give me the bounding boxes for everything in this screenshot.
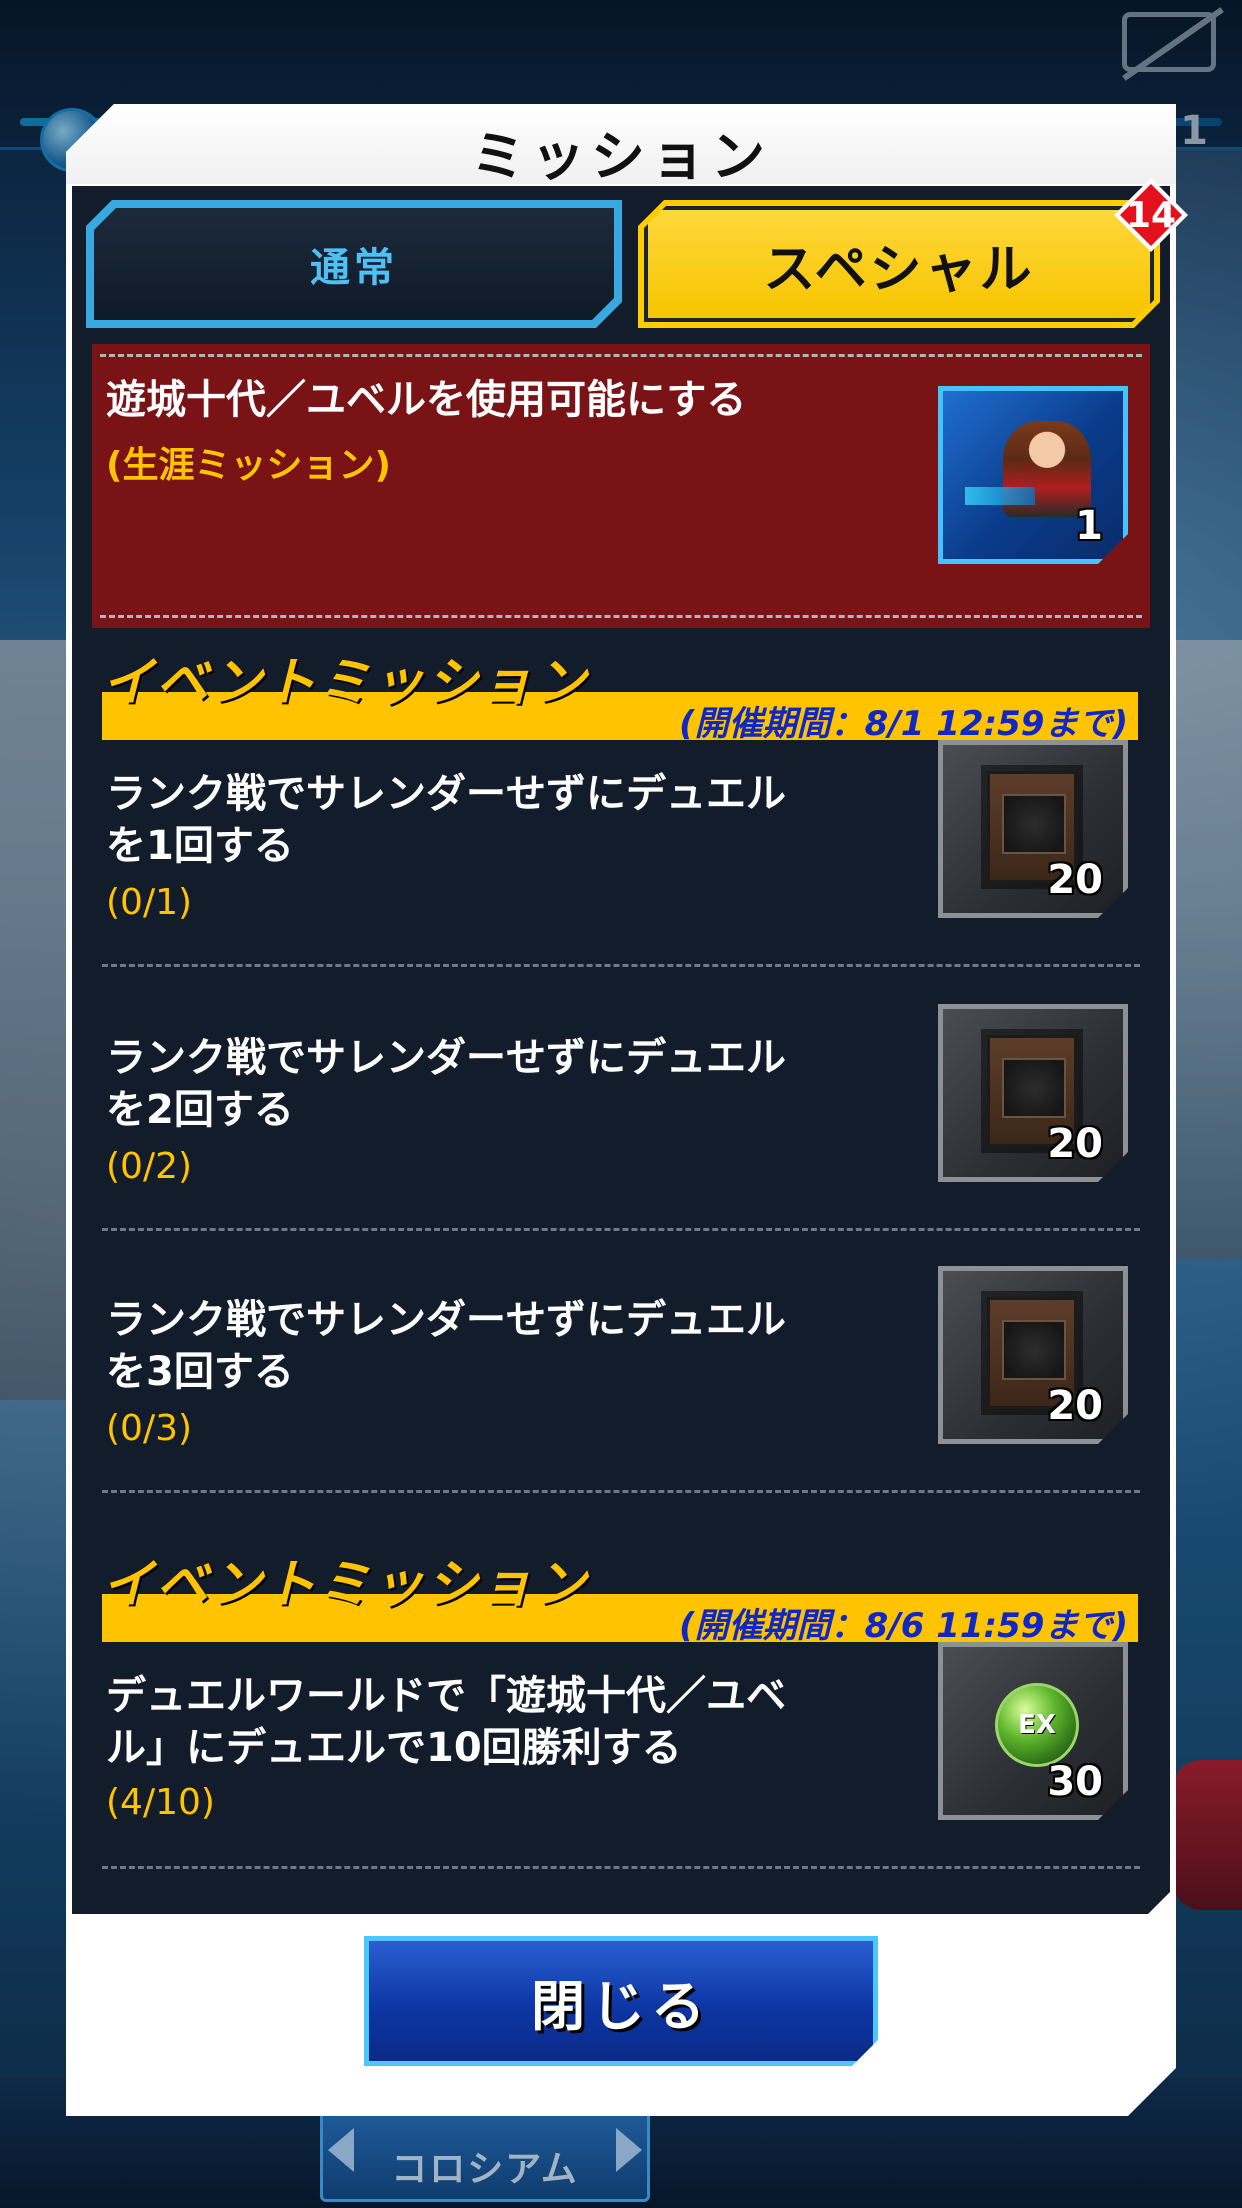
divider — [100, 615, 1142, 618]
mission-title-line1: ランク戦でサレンダーせずにデュエル — [106, 1035, 786, 1081]
event-period: (開催期間：8/1 12:59まで) — [679, 704, 1128, 744]
event-mission-header: (開催期間：8/1 12:59まで) イベントミッション — [92, 640, 1150, 748]
tab-normal-label: 通常 — [310, 245, 398, 291]
mission-progress: (0/1) — [106, 882, 193, 923]
mission-title-line2: ル」にデュエルで10回勝利する — [106, 1725, 682, 1771]
reward-count: 20 — [1047, 857, 1103, 903]
reward-count: 30 — [1047, 1759, 1103, 1805]
reward-count: 20 — [1047, 1383, 1103, 1429]
mission-title-line1: デュエルワールドで「遊城十代／ユベ — [106, 1673, 786, 1719]
mission-modal: ミッション 通常 スペシャル 遊城十代／ユベルを使用可能にする (生涯ミッション… — [66, 104, 1176, 2116]
life-mission-subtitle: (生涯ミッション) — [106, 445, 391, 486]
mission-progress: (4/10) — [106, 1782, 215, 1823]
divider — [102, 1228, 1140, 1231]
event-mission-header: (開催期間：8/6 11:59まで) イベントミッション — [92, 1542, 1150, 1650]
tab-special[interactable]: スペシャル — [638, 200, 1160, 328]
modal-content-panel: 通常 スペシャル 遊城十代／ユベルを使用可能にする (生涯ミッション) 1 (開… — [72, 186, 1170, 1914]
modal-title-bar: ミッション — [66, 104, 1176, 184]
avatar-stripe — [965, 487, 1035, 505]
mission-reward[interactable]: 20 — [938, 1266, 1128, 1444]
mission-reward[interactable]: 20 — [938, 740, 1128, 918]
divider — [100, 354, 1142, 357]
close-button-label: 閉じる — [531, 1974, 711, 2038]
event-period: (開催期間：8/6 11:59まで) — [679, 1606, 1128, 1646]
mission-title-line2: を2回する — [106, 1087, 294, 1133]
mission-reward[interactable]: EX 30 — [938, 1642, 1128, 1820]
tab-normal[interactable]: 通常 — [86, 200, 622, 328]
mission-reward[interactable]: 20 — [938, 1004, 1128, 1182]
mission-title-line1: ランク戦でサレンダーせずにデュエル — [106, 1297, 786, 1343]
tab-special-label: スペシャル — [763, 239, 1035, 300]
life-mission-reward[interactable]: 1 — [938, 386, 1128, 564]
close-button[interactable]: 閉じる — [364, 1936, 878, 2066]
event-header-title: イベントミッション — [102, 653, 589, 713]
divider — [102, 1490, 1140, 1493]
divider — [102, 964, 1140, 967]
mission-list[interactable]: 遊城十代／ユベルを使用可能にする (生涯ミッション) 1 (開催期間：8/1 1… — [92, 344, 1150, 1904]
ex-orb-icon: EX — [995, 1683, 1079, 1767]
reward-count: 1 — [1075, 503, 1103, 549]
mission-title-line1: ランク戦でサレンダーせずにデュエル — [106, 771, 786, 817]
reward-count: 20 — [1047, 1121, 1103, 1167]
modal-title: ミッション — [471, 125, 771, 188]
life-mission-title: 遊城十代／ユベルを使用可能にする — [106, 377, 747, 423]
mission-progress: (0/3) — [106, 1408, 193, 1449]
life-mission-item[interactable]: 遊城十代／ユベルを使用可能にする (生涯ミッション) 1 — [92, 344, 1150, 628]
event-header-title: イベントミッション — [102, 1555, 589, 1615]
mission-title-line2: を1回する — [106, 823, 294, 869]
mission-title-line2: を3回する — [106, 1349, 294, 1395]
divider — [102, 1866, 1140, 1869]
mission-progress: (0/2) — [106, 1146, 193, 1187]
